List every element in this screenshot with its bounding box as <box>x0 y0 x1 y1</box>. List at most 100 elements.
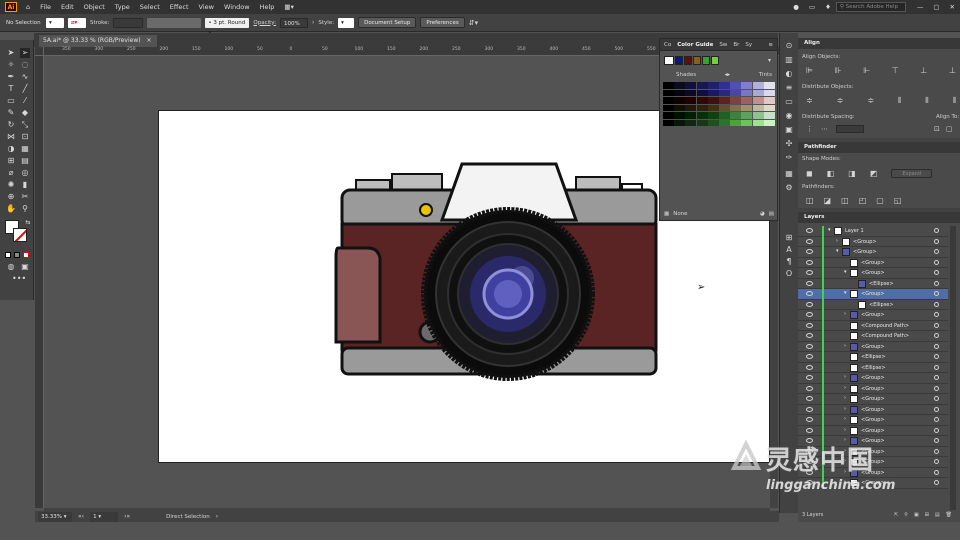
minus-back-icon[interactable]: ◱ <box>894 196 902 205</box>
intersect-icon[interactable]: ◨ <box>848 169 856 178</box>
color-variation-swatch[interactable] <box>763 112 775 119</box>
save-group-icon[interactable]: ▤ <box>769 211 774 217</box>
minus-front-icon[interactable]: ◧ <box>827 169 835 178</box>
lens-core[interactable] <box>494 280 522 308</box>
color-variation-swatch[interactable] <box>730 89 742 96</box>
prev-artboard-icon[interactable]: «‹ <box>78 513 84 520</box>
layer-row[interactable]: <Compound Path> <box>798 331 948 342</box>
column-graph-icon[interactable]: ▮ <box>20 180 30 190</box>
lasso-icon[interactable]: ◌ <box>20 60 30 70</box>
harmony-swatch[interactable] <box>711 56 719 65</box>
paragraph-panel-icon[interactable]: ¶ <box>784 257 794 267</box>
color-variation-swatch[interactable] <box>741 97 753 104</box>
color-variation-swatch[interactable] <box>752 89 764 96</box>
visibility-eye-icon[interactable] <box>806 291 813 296</box>
target-circle-icon[interactable] <box>934 312 939 317</box>
curvature-tool-icon[interactable]: ∿ <box>20 72 30 82</box>
expand-button[interactable]: Expand <box>891 169 933 178</box>
target-circle-icon[interactable] <box>934 280 939 286</box>
tab-color-guide[interactable]: Color Guide <box>677 42 713 48</box>
color-variation-swatch[interactable] <box>663 82 674 89</box>
user-icon[interactable]: ● <box>788 3 804 11</box>
magic-wand-icon[interactable]: ✧ <box>6 60 16 70</box>
arrange-icon[interactable]: ▭ <box>804 3 820 11</box>
color-variation-swatch[interactable] <box>674 97 686 104</box>
align-hcenter-icon[interactable]: ⊪ <box>835 66 842 75</box>
stroke-swatch[interactable]: ⧄▾ <box>68 17 86 28</box>
visibility-eye-icon[interactable] <box>806 417 813 422</box>
line-tool-icon[interactable]: ╱ <box>20 84 30 94</box>
minimize-icon[interactable]: — <box>912 3 929 11</box>
color-variation-swatch[interactable] <box>707 119 719 126</box>
merge-icon[interactable]: ◫ <box>841 196 849 205</box>
color-variation-swatch[interactable] <box>674 112 686 119</box>
clipping-mask-icon[interactable]: ▣ <box>914 512 919 518</box>
color-variation-swatch[interactable] <box>730 112 742 119</box>
layer-row[interactable]: <Group> <box>798 257 948 268</box>
visibility-eye-icon[interactable] <box>806 259 813 265</box>
menu-file[interactable]: File <box>35 3 56 11</box>
target-circle-icon[interactable] <box>934 249 939 254</box>
menu-edit[interactable]: Edit <box>56 3 79 11</box>
divide-icon[interactable]: ◫ <box>806 196 814 205</box>
color-mode-icon[interactable] <box>5 252 11 258</box>
tab-color[interactable]: Co <box>664 42 671 48</box>
status-menu-icon[interactable]: › <box>216 513 218 520</box>
distribute-left-icon[interactable]: ⫴ <box>898 96 901 106</box>
color-variation-swatch[interactable] <box>741 119 753 126</box>
layer-row[interactable]: › <Group> <box>798 310 948 321</box>
align-left-icon[interactable]: ⊫ <box>806 66 813 75</box>
visibility-eye-icon[interactable] <box>806 238 813 244</box>
target-circle-icon[interactable] <box>934 259 939 265</box>
align-bottom-icon[interactable]: ⊥ <box>949 66 956 75</box>
color-variation-swatch[interactable] <box>685 97 697 104</box>
stroke-color-swatch[interactable] <box>13 228 27 242</box>
zoom-tool-icon[interactable]: ⚲ <box>20 204 30 214</box>
expand-chevron-icon[interactable]: › <box>844 395 846 401</box>
expand-chevron-icon[interactable]: ▾ <box>828 227 831 233</box>
camera-illustration[interactable] <box>330 160 670 382</box>
color-variation-swatch[interactable] <box>763 97 775 104</box>
tab-swatches[interactable]: Sw <box>719 42 727 48</box>
layer-row[interactable]: ▾ <Group> <box>798 247 948 258</box>
target-circle-icon[interactable] <box>934 396 939 401</box>
document-tab[interactable]: 5A.ai* @ 33.33 % (RGB/Preview) × <box>38 34 158 47</box>
layer-row[interactable]: › <Group> <box>798 404 948 415</box>
transparency-icon[interactable]: ◐ <box>784 69 794 79</box>
locate-object-icon[interactable]: ⚲ <box>904 512 908 518</box>
swap-colors-icon[interactable]: ⇆ <box>23 218 33 228</box>
gradient-tool-icon[interactable]: ▤ <box>20 156 30 166</box>
eraser-icon[interactable]: ◆ <box>20 108 30 118</box>
color-variation-swatch[interactable] <box>696 112 708 119</box>
new-layer-icon[interactable]: ▤ <box>935 512 940 518</box>
expand-chevron-icon[interactable]: › <box>844 427 846 433</box>
expand-chevron-icon[interactable]: › <box>844 385 846 391</box>
brush-dropdown[interactable]: • 3 pt. Round ▾ <box>205 17 250 36</box>
color-variation-swatch[interactable] <box>685 104 697 111</box>
visibility-eye-icon[interactable] <box>806 270 813 275</box>
color-variation-swatch[interactable] <box>741 104 753 111</box>
color-variation-swatch[interactable] <box>752 104 764 111</box>
none-mode-icon[interactable] <box>23 252 29 258</box>
align-to-artboard-icon[interactable]: ▢ <box>946 125 953 133</box>
align-top-icon[interactable]: ⊤ <box>892 66 899 75</box>
free-transform-icon[interactable]: ⊡ <box>20 132 30 142</box>
blend-tool-icon[interactable]: ◎ <box>20 168 30 178</box>
align-panel-title[interactable]: Align <box>798 38 960 49</box>
harmony-dropdown-icon[interactable]: ▾ <box>768 57 771 64</box>
color-variation-swatch[interactable] <box>696 119 708 126</box>
edit-toolbar-icon[interactable]: ••• <box>12 274 26 284</box>
document-setup-button[interactable]: Document Setup <box>358 17 417 28</box>
color-variation-swatch[interactable] <box>674 119 686 126</box>
maximize-icon[interactable]: ▢ <box>928 3 944 11</box>
target-circle-icon[interactable] <box>934 427 939 433</box>
align-vcenter-icon[interactable]: ⊥ <box>920 66 927 75</box>
visibility-eye-icon[interactable] <box>806 364 813 370</box>
expand-chevron-icon[interactable]: › <box>844 374 846 380</box>
rectangle-tool-icon[interactable]: ▭ <box>6 96 16 106</box>
type-tool-icon[interactable]: T <box>6 84 16 94</box>
fill-swatch[interactable]: ▾ <box>46 17 64 28</box>
color-variation-swatch[interactable] <box>663 97 674 104</box>
color-variation-swatch[interactable] <box>707 82 719 89</box>
symbol-sprayer-icon[interactable]: ✺ <box>6 180 16 190</box>
